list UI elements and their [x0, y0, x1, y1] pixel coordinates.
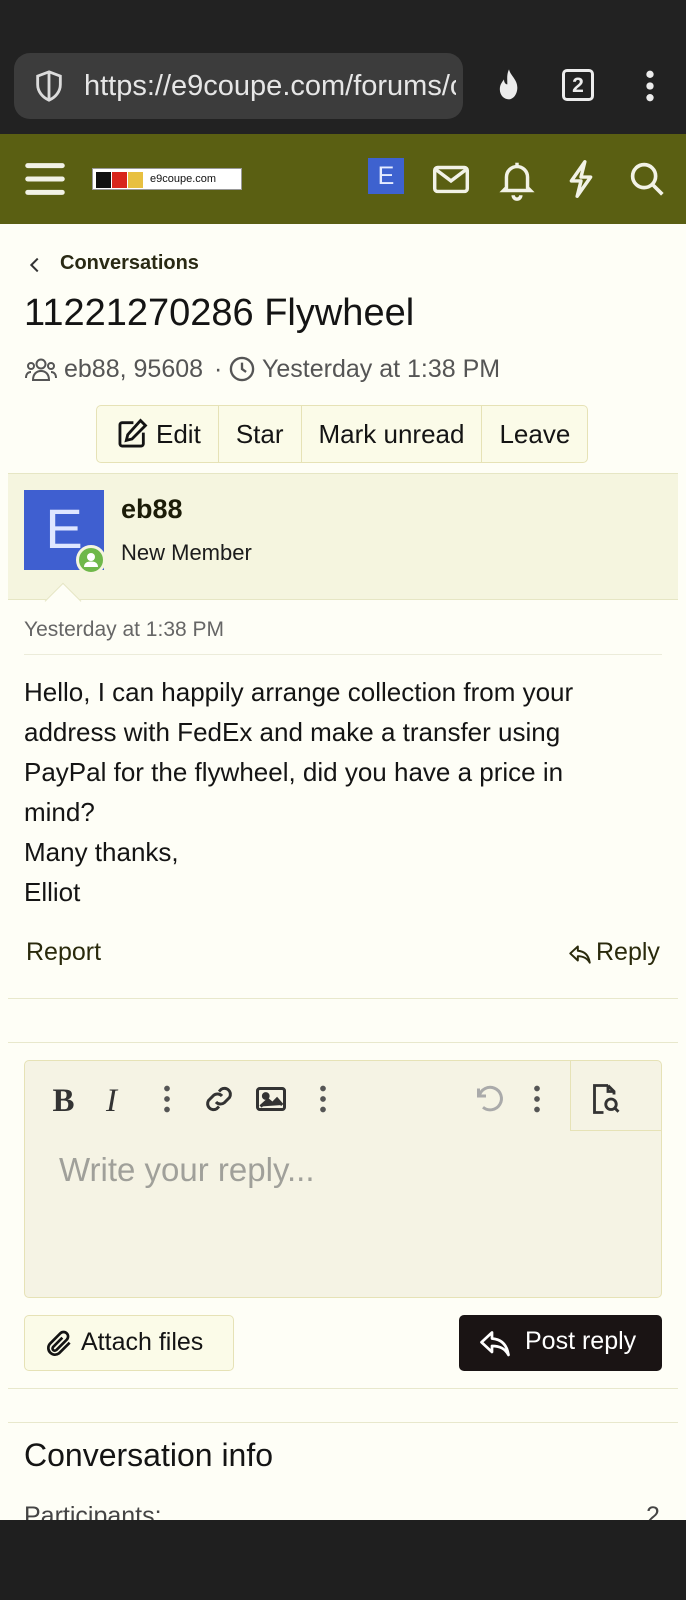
more-formatting-icon[interactable] — [149, 1081, 185, 1117]
participants-icon — [25, 358, 57, 381]
more-options-icon[interactable] — [519, 1081, 555, 1117]
undo-icon[interactable] — [471, 1081, 507, 1117]
image-icon[interactable] — [253, 1081, 289, 1117]
mail-icon[interactable] — [428, 156, 474, 202]
participants-list[interactable]: eb88, 95608 — [64, 355, 203, 384]
clock-icon — [229, 356, 255, 382]
reply-icon — [480, 1331, 510, 1357]
link-icon[interactable] — [201, 1081, 237, 1117]
edit-icon — [118, 418, 148, 448]
divider — [8, 1042, 678, 1043]
logo-flag-gold — [128, 172, 143, 188]
message-line: address with FedEx and make a transfer u… — [24, 717, 561, 747]
message-line: PayPal for the flywheel, did you have a … — [24, 757, 564, 787]
breadcrumb-label[interactable]: Conversations — [60, 252, 199, 275]
message-line: Many thanks, — [24, 837, 179, 867]
author-title: New Member — [121, 540, 252, 565]
divider — [8, 998, 678, 999]
reply-input-placeholder[interactable]: Write your reply... — [59, 1151, 315, 1189]
toolbar-divider — [570, 1061, 571, 1131]
message-date[interactable]: Yesterday at 1:38 PM — [24, 618, 224, 642]
attach-files-button[interactable]: Attach files — [24, 1315, 234, 1371]
message-body: Hello, I can happily arrange collection … — [24, 672, 664, 912]
page-title: 11221270286 Flywheel — [24, 292, 415, 334]
search-icon[interactable] — [624, 156, 670, 202]
attach-files-label: Attach files — [81, 1328, 204, 1356]
paperclip-icon — [47, 1330, 71, 1356]
preview-icon[interactable] — [587, 1081, 623, 1117]
message-line: mind? — [24, 797, 95, 827]
meta-separator: · — [214, 355, 223, 383]
post-reply-label: Post reply — [525, 1327, 637, 1355]
report-link[interactable]: Report — [26, 938, 101, 967]
divider — [8, 1388, 678, 1389]
shield-icon[interactable] — [32, 69, 66, 103]
divider — [8, 1422, 678, 1423]
message-line: Hello, I can happily arrange collection … — [24, 677, 574, 707]
mark-unread-button[interactable]: Mark unread — [302, 406, 483, 462]
reply-label: Reply — [596, 938, 660, 966]
hamburger-menu-icon[interactable] — [22, 156, 68, 202]
more-vertical-icon[interactable] — [630, 66, 670, 106]
online-status-icon — [76, 545, 106, 575]
bold-icon[interactable]: B — [45, 1081, 81, 1117]
divider — [24, 654, 662, 655]
message-line: Elliot — [24, 877, 81, 907]
italic-icon[interactable]: I — [97, 1081, 133, 1117]
site-navbar: e9coupe.com E — [0, 134, 686, 224]
lightning-icon[interactable] — [558, 156, 604, 202]
bell-icon[interactable] — [494, 156, 540, 202]
edit-button[interactable]: Edit — [97, 406, 219, 462]
url-text[interactable]: https://e9coupe.com/forums/conversations… — [84, 53, 456, 119]
browser-toolbar: https://e9coupe.com/forums/conversations… — [0, 52, 686, 134]
address-bar[interactable]: https://e9coupe.com/forums/conversations… — [14, 53, 463, 119]
author-username[interactable]: eb88 — [121, 494, 183, 525]
user-avatar[interactable]: E — [368, 158, 404, 194]
toolbar-divider — [570, 1130, 662, 1131]
logo-text: e9coupe.com — [150, 173, 217, 185]
reply-icon — [569, 945, 591, 964]
conversation-info-title: Conversation info — [24, 1437, 274, 1473]
more-insert-icon[interactable] — [305, 1081, 341, 1117]
chevron-left-icon — [29, 257, 39, 273]
star-button[interactable]: Star — [219, 406, 302, 462]
leave-button[interactable]: Leave — [482, 406, 587, 462]
svg-text:I: I — [105, 1083, 119, 1117]
system-navigation-bar — [0, 1520, 686, 1600]
svg-text:B: B — [53, 1083, 75, 1117]
flame-icon[interactable] — [489, 66, 529, 106]
post-reply-button[interactable]: Post reply — [459, 1315, 662, 1371]
edit-label: Edit — [156, 419, 201, 449]
conversation-actions: Edit Star Mark unread Leave — [96, 405, 589, 463]
logo-flag-black — [96, 172, 111, 188]
message-user-header: E eb88 New Member — [8, 473, 678, 600]
reply-editor[interactable]: B I Write your reply... — [24, 1060, 662, 1298]
status-bar — [0, 0, 686, 52]
site-logo[interactable]: e9coupe.com — [92, 168, 242, 190]
logo-flag-red — [112, 172, 127, 188]
tab-switcher-button[interactable]: 2 — [562, 69, 594, 101]
started-date: Yesterday at 1:38 PM — [262, 355, 501, 383]
